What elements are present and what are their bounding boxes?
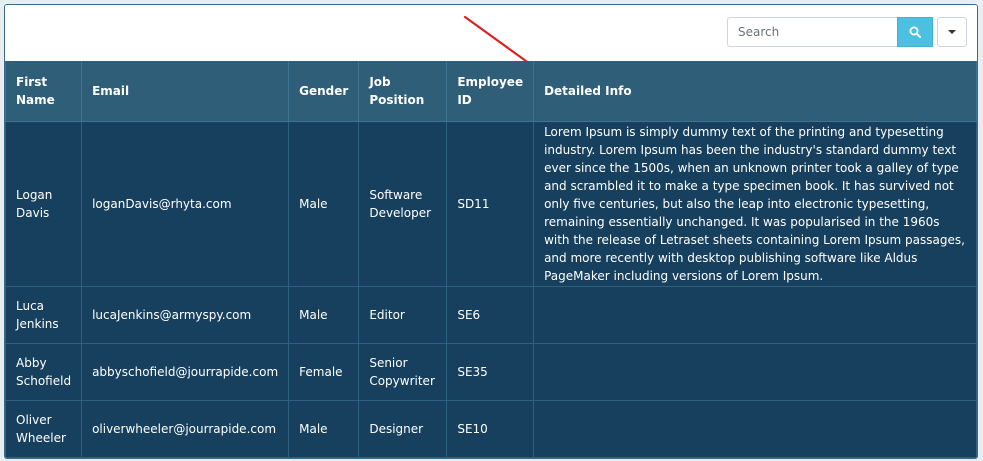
cell-employee-id: SE35 — [446, 343, 535, 401]
search-icon — [909, 26, 921, 38]
search-button[interactable] — [897, 17, 933, 47]
cell-job-position: Designer — [358, 400, 448, 458]
table-row[interactable]: Logan Davis loganDavis@rhyta.com Male So… — [5, 121, 977, 287]
cell-first-name: Luca Jenkins — [5, 286, 83, 344]
cell-email: loganDavis@rhyta.com — [81, 121, 290, 287]
cell-detailed-info — [533, 286, 977, 344]
cell-email: oliverwheeler@jourrapide.com — [81, 400, 290, 458]
cell-gender: Male — [288, 400, 360, 458]
table-row[interactable]: Luca Jenkins lucaJenkins@armyspy.com Mal… — [5, 286, 977, 344]
column-header-email[interactable]: Email — [81, 61, 290, 122]
cell-gender: Female — [288, 343, 360, 401]
search-group — [727, 17, 967, 47]
column-header-first-name[interactable]: First Name — [5, 61, 83, 122]
cell-email: lucaJenkins@armyspy.com — [81, 286, 290, 344]
cell-job-position: Senior Copywriter — [358, 343, 448, 401]
search-input[interactable] — [727, 17, 897, 47]
cell-job-position: Editor — [358, 286, 448, 344]
column-header-employee-id[interactable]: Employee ID — [446, 61, 535, 122]
cell-email: abbyschofield@jourrapide.com — [81, 343, 290, 401]
caret-down-icon — [948, 30, 956, 34]
table-row[interactable]: Oliver Wheeler oliverwheeler@jourrapide.… — [5, 400, 977, 458]
cell-job-position: Software Developer — [358, 121, 448, 287]
table-panel: First Name Email Gender Job Position Emp… — [4, 4, 978, 459]
columns-dropdown-button[interactable] — [937, 17, 967, 47]
cell-gender: Male — [288, 286, 360, 344]
cell-employee-id: SE6 — [446, 286, 535, 344]
employee-table: First Name Email Gender Job Position Emp… — [5, 61, 977, 458]
table-header-row: First Name Email Gender Job Position Emp… — [5, 61, 977, 122]
cell-employee-id: SE10 — [446, 400, 535, 458]
column-header-detailed-info[interactable]: Detailed Info — [533, 61, 977, 122]
cell-detailed-info — [533, 400, 977, 458]
cell-detailed-info: Lorem Ipsum is simply dummy text of the … — [533, 121, 977, 287]
column-header-job-position[interactable]: Job Position — [358, 61, 448, 122]
cell-gender: Male — [288, 121, 360, 287]
cell-detailed-info — [533, 343, 977, 401]
cell-first-name: Abby Schofield — [5, 343, 83, 401]
cell-first-name: Oliver Wheeler — [5, 400, 83, 458]
table-row[interactable]: Abby Schofield abbyschofield@jourrapide.… — [5, 343, 977, 401]
cell-first-name: Logan Davis — [5, 121, 83, 287]
cell-employee-id: SD11 — [446, 121, 535, 287]
column-header-gender[interactable]: Gender — [288, 61, 360, 122]
